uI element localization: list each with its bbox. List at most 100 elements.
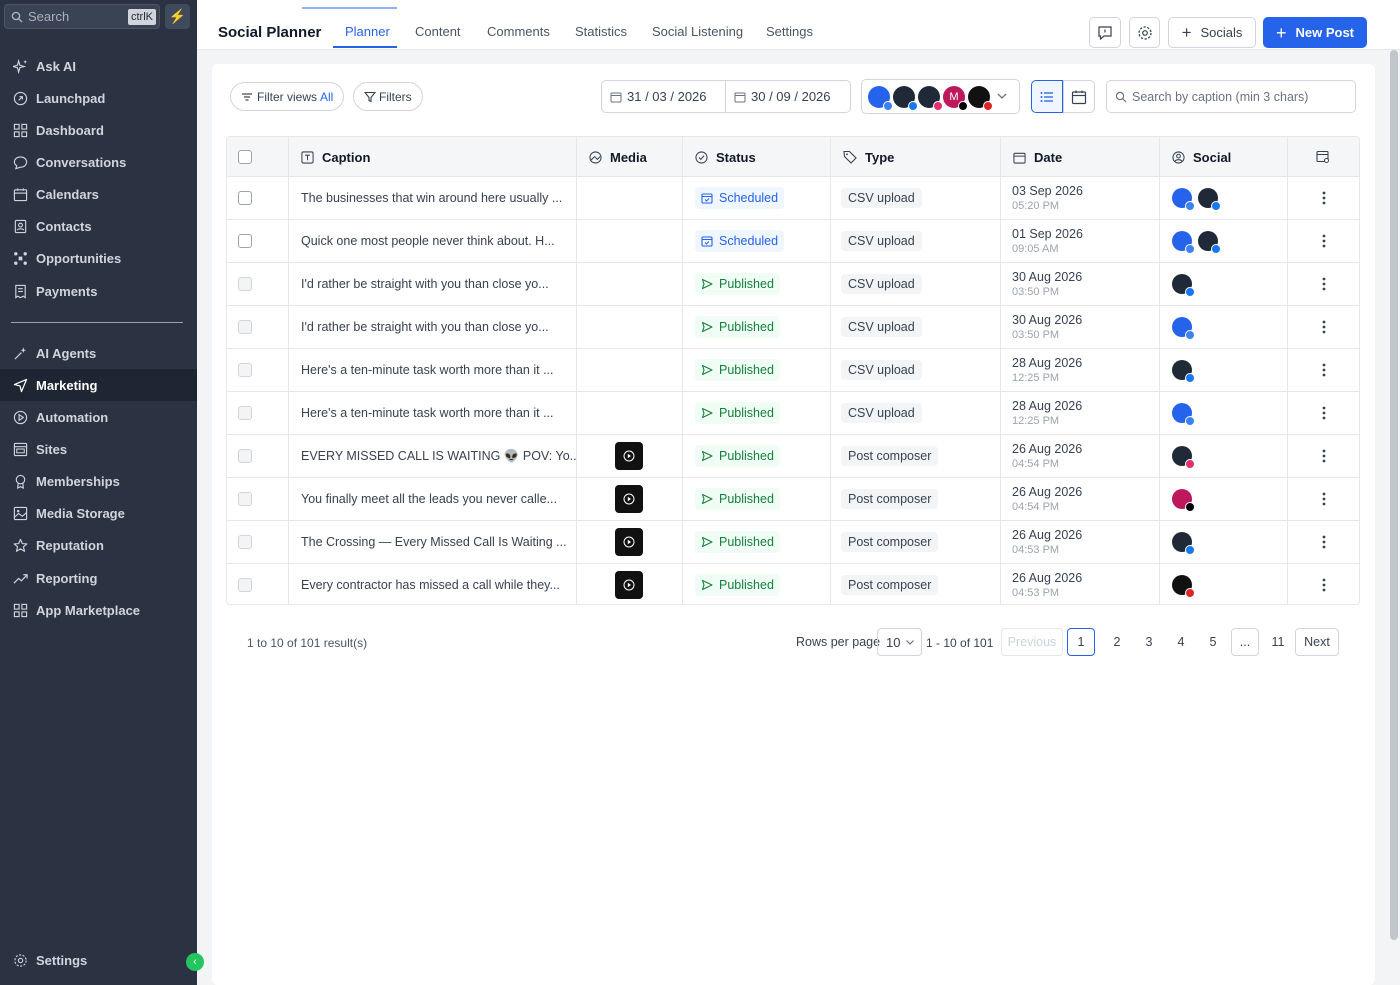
sidebar-item-ask-ai[interactable]: Ask AI	[0, 50, 197, 82]
status-badge: Published	[695, 273, 780, 295]
social-column-header[interactable]: Social	[1160, 137, 1288, 177]
page-5-button[interactable]: 5	[1199, 628, 1227, 656]
sidebar-item-opportunities[interactable]: Opportunities	[0, 242, 197, 274]
sidebar-item-conversations[interactable]: Conversations	[0, 146, 197, 178]
previous-page-button[interactable]: Previous	[1001, 628, 1063, 656]
table-row[interactable]: Quick one most people never think about.…	[227, 220, 1359, 263]
sidebar-item-dashboard[interactable]: Dashboard	[0, 114, 197, 146]
page-scrollbar[interactable]	[1390, 50, 1398, 940]
date-to-input[interactable]: 30 / 09 / 2026	[726, 80, 851, 113]
page-1-button[interactable]: 1	[1067, 628, 1095, 656]
tab-social-listening[interactable]: Social Listening	[652, 24, 743, 39]
table-row[interactable]: You finally meet all the leads you never…	[227, 478, 1359, 521]
sidebar-item-app-marketplace[interactable]: App Marketplace	[0, 594, 197, 626]
status-cell: Published	[683, 306, 831, 348]
sidebar-item-ai-agents[interactable]: AI Agents	[0, 337, 197, 369]
feedback-button[interactable]	[1089, 17, 1121, 48]
row-checkbox[interactable]	[238, 234, 252, 248]
more-vertical-icon[interactable]	[1322, 578, 1326, 592]
calendar-view-button[interactable]	[1063, 80, 1095, 113]
date-from-input[interactable]: 31 / 03 / 2026	[601, 80, 726, 113]
caption-cell[interactable]: Here's a ten-minute task worth more than…	[289, 392, 577, 434]
media-thumbnail[interactable]	[615, 485, 643, 513]
table-row[interactable]: EVERY MISSED CALL IS WAITING 👽 POV: Yo..…	[227, 435, 1359, 478]
quick-action-bolt-icon[interactable]: ⚡	[165, 4, 190, 29]
media-thumbnail[interactable]	[615, 571, 643, 599]
social-accounts-selector[interactable]: M	[861, 79, 1020, 114]
row-checkbox[interactable]	[238, 191, 252, 205]
table-row[interactable]: I'd rather be straight with you than clo…	[227, 263, 1359, 306]
sidebar-item-sites[interactable]: Sites	[0, 433, 197, 465]
tab-content[interactable]: Content	[415, 24, 461, 39]
rows-per-page-select[interactable]: 10	[877, 628, 922, 656]
table-row[interactable]: Every contractor has missed a call while…	[227, 564, 1359, 604]
more-vertical-icon[interactable]	[1322, 363, 1326, 377]
yt-badge-icon	[1185, 588, 1195, 598]
sidebar-item-marketing[interactable]: Marketing	[0, 369, 197, 401]
caption-search-input[interactable]: Search by caption (min 3 chars)	[1106, 80, 1356, 113]
caption-cell[interactable]: You finally meet all the leads you never…	[289, 478, 577, 520]
sidebar-item-settings[interactable]: Settings	[0, 944, 197, 976]
table-row[interactable]: Here's a ten-minute task worth more than…	[227, 349, 1359, 392]
page-4-button[interactable]: 4	[1167, 628, 1195, 656]
caption-cell[interactable]: I'd rather be straight with you than clo…	[289, 263, 577, 305]
new-post-button[interactable]: + New Post	[1263, 17, 1367, 48]
more-vertical-icon[interactable]	[1322, 191, 1326, 205]
more-vertical-icon[interactable]	[1322, 492, 1326, 506]
sidebar-collapse-chevron-icon[interactable]: ‹	[186, 953, 204, 971]
tab-statistics[interactable]: Statistics	[575, 24, 627, 39]
status-column-header[interactable]: Status	[683, 137, 831, 177]
type-badge: CSV upload	[841, 360, 922, 380]
caption-cell[interactable]: EVERY MISSED CALL IS WAITING 👽 POV: Yo..…	[289, 435, 577, 477]
caption-cell[interactable]: The businesses that win around here usua…	[289, 177, 577, 219]
sidebar-item-media-storage[interactable]: Media Storage	[0, 497, 197, 529]
column-settings-icon[interactable]	[1316, 150, 1330, 164]
sidebar-item-automation[interactable]: Automation	[0, 401, 197, 433]
sidebar-item-memberships[interactable]: Memberships	[0, 465, 197, 497]
more-vertical-icon[interactable]	[1322, 320, 1326, 334]
more-vertical-icon[interactable]	[1322, 535, 1326, 549]
more-vertical-icon[interactable]	[1322, 449, 1326, 463]
more-vertical-icon[interactable]	[1322, 277, 1326, 291]
planner-settings-button[interactable]	[1129, 17, 1160, 48]
next-page-button[interactable]: Next	[1295, 628, 1339, 656]
page-3-button[interactable]: 3	[1135, 628, 1163, 656]
caption-cell[interactable]: Here's a ten-minute task worth more than…	[289, 349, 577, 391]
sidebar-item-reporting[interactable]: Reporting	[0, 562, 197, 594]
tab-comments[interactable]: Comments	[487, 24, 550, 39]
date-column-header[interactable]: Date	[1001, 137, 1160, 177]
media-thumbnail[interactable]	[615, 442, 643, 470]
grid-icon	[12, 122, 28, 138]
sidebar-item-payments[interactable]: Payments	[0, 275, 197, 307]
table-row[interactable]: Here's a ten-minute task worth more than…	[227, 392, 1359, 435]
page-2-button[interactable]: 2	[1103, 628, 1131, 656]
table-row[interactable]: The businesses that win around here usua…	[227, 177, 1359, 220]
page-ellipsis-button[interactable]: ...	[1231, 628, 1259, 656]
caption-cell[interactable]: The Crossing — Every Missed Call Is Wait…	[289, 521, 577, 563]
caption-cell[interactable]: Quick one most people never think about.…	[289, 220, 577, 262]
media-column-header[interactable]: Media	[577, 137, 683, 177]
caption-cell[interactable]: I'd rather be straight with you than clo…	[289, 306, 577, 348]
sidebar-item-launchpad[interactable]: Launchpad	[0, 82, 197, 114]
sidebar-item-reputation[interactable]: Reputation	[0, 529, 197, 561]
more-vertical-icon[interactable]	[1322, 406, 1326, 420]
filters-button[interactable]: Filters	[353, 82, 423, 111]
tab-settings[interactable]: Settings	[766, 24, 813, 39]
caption-cell[interactable]: Every contractor has missed a call while…	[289, 564, 577, 604]
type-column-header[interactable]: Type	[831, 137, 1001, 177]
more-vertical-icon[interactable]	[1322, 234, 1326, 248]
socials-button[interactable]: + Socials	[1168, 17, 1256, 48]
table-row[interactable]: The Crossing — Every Missed Call Is Wait…	[227, 521, 1359, 564]
sidebar-item-calendars[interactable]: Calendars	[0, 178, 197, 210]
caption-column-header[interactable]: Caption	[289, 137, 577, 177]
select-all-checkbox[interactable]	[238, 150, 252, 164]
table-row[interactable]: I'd rather be straight with you than clo…	[227, 306, 1359, 349]
sidebar-item-contacts[interactable]: Contacts	[0, 210, 197, 242]
sidebar-search-input[interactable]: Search ctrlK	[4, 4, 160, 29]
list-view-button[interactable]	[1031, 80, 1063, 113]
media-thumbnail[interactable]	[615, 528, 643, 556]
page-11-button[interactable]: 11	[1264, 628, 1292, 656]
tab-planner[interactable]: Planner	[345, 24, 390, 39]
social-cell	[1160, 521, 1288, 563]
filter-views-button[interactable]: Filter views All	[230, 82, 345, 111]
